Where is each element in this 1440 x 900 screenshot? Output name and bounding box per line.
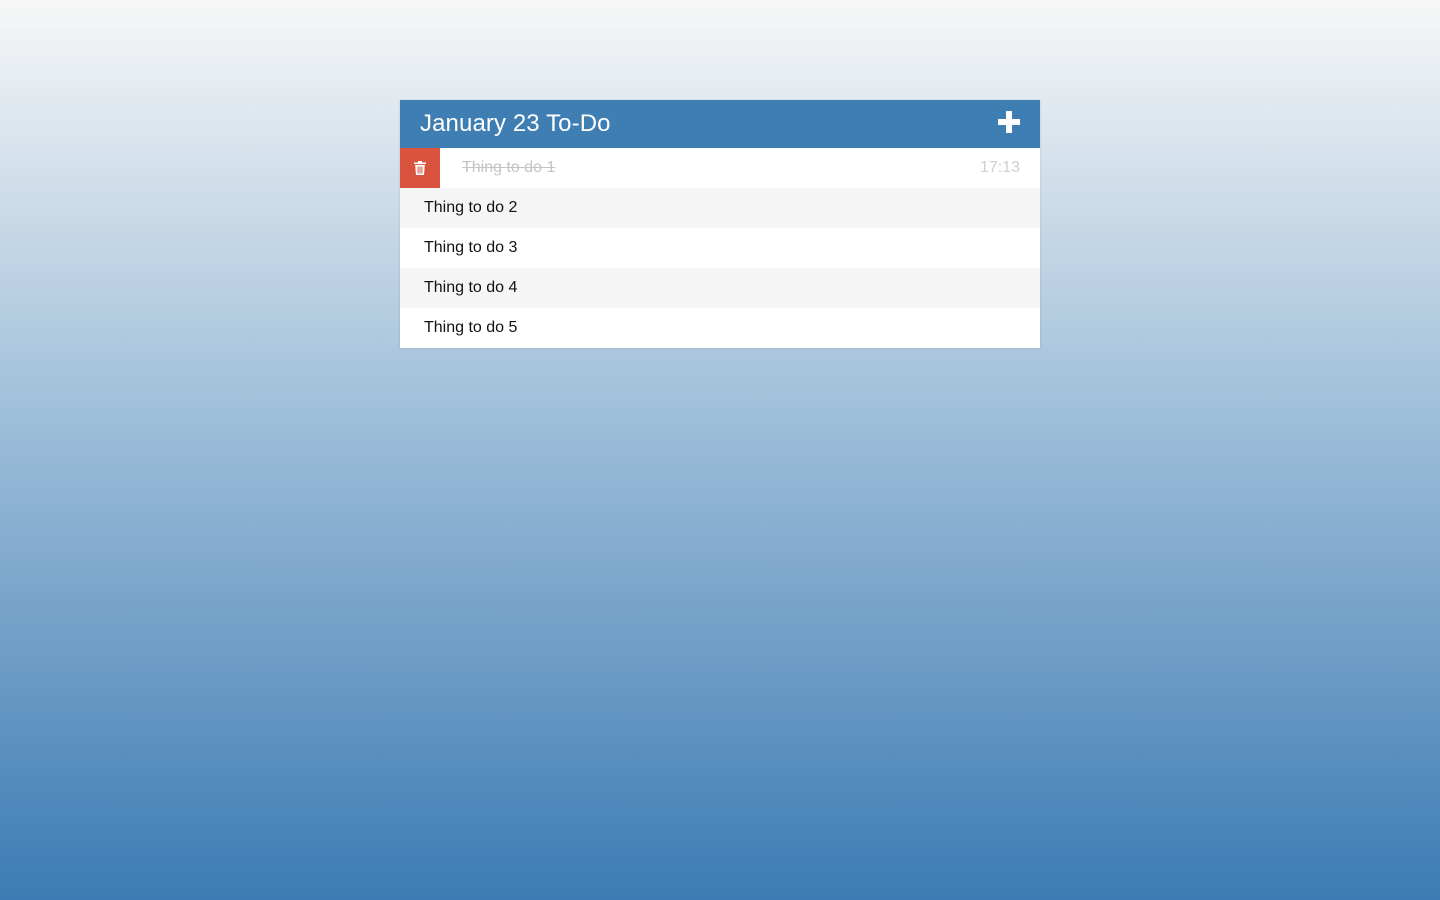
todo-item-label: Thing to do 5 [424,319,518,336]
todo-item[interactable]: Thing to do 2 [400,188,1040,228]
todo-item[interactable]: Thing to do 5 [400,308,1040,348]
trash-icon [414,161,426,175]
todo-item-label: Thing to do 3 [424,239,518,256]
todo-item[interactable]: Thing to do 3 [400,228,1040,268]
delete-button[interactable] [400,148,440,188]
todo-item[interactable]: Thing to do 4 [400,268,1040,308]
todo-item-label: Thing to do 1 [462,159,556,176]
todo-item-completed[interactable]: Thing to do 1 17:13 [400,148,1040,188]
todo-header: January 23 To-Do [400,100,1040,148]
todo-list: Thing to do 1 17:13 Thing to do 2 Thing … [400,148,1040,348]
todo-item-time: 17:13 [979,159,1020,176]
todo-item-label: Thing to do 2 [424,199,518,216]
add-todo-button[interactable] [998,110,1022,134]
todo-item-label: Thing to do 4 [424,279,518,296]
todo-card: January 23 To-Do Thing to do 1 17:13 Thi… [400,100,1040,348]
page-title: January 23 To-Do [420,110,611,137]
